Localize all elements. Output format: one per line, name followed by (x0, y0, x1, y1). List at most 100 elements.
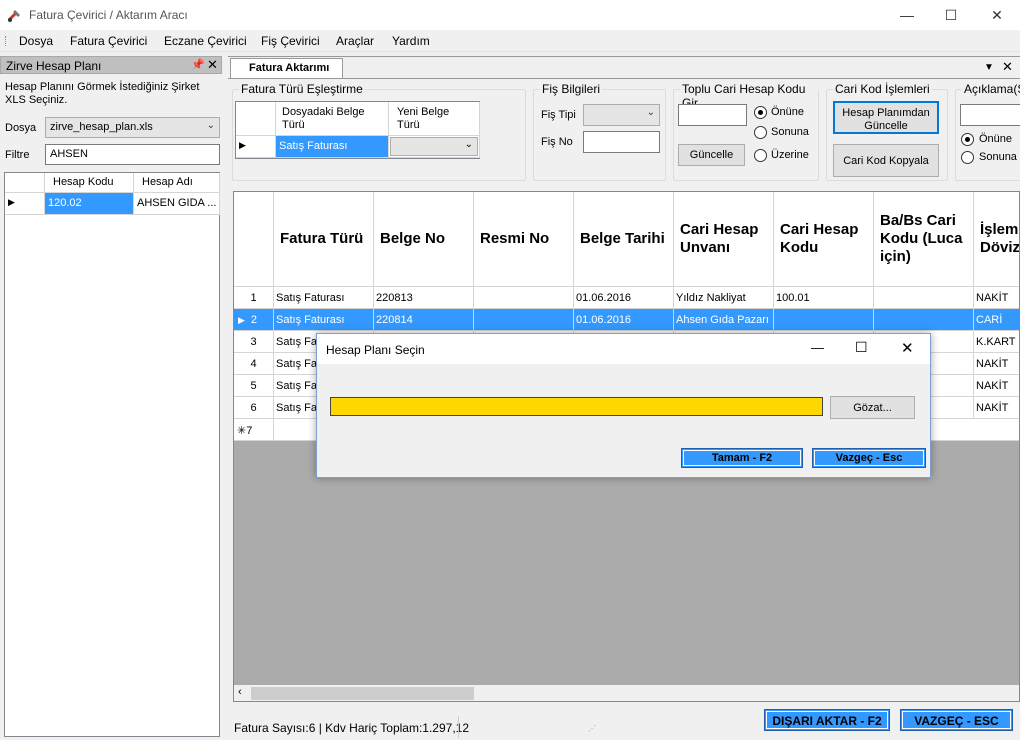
toplu-cari-input[interactable] (678, 104, 747, 126)
table-cell[interactable]: NAKİT (974, 397, 1019, 419)
menu-yardim[interactable]: Yardım (392, 34, 430, 48)
yeni-belge-select[interactable]: ⌄ (390, 137, 478, 156)
column-header[interactable]: Hesap Kodu (45, 173, 134, 193)
menu-fatura-cevirici[interactable]: Fatura Çevirici (70, 34, 147, 48)
menu-eczane-cevirici[interactable]: Eczane Çevirici (164, 34, 247, 48)
table-cell[interactable]: NAKİT (974, 287, 1019, 309)
column-header[interactable]: Belge Tarihi (574, 192, 674, 287)
table-row[interactable]: 1 Satış Faturası 220813 01.06.2016 Yıldız Na… (234, 287, 1019, 309)
menu-dosya[interactable]: Dosya (19, 34, 53, 48)
filtre-input[interactable]: AHSEN (45, 144, 220, 165)
table-cell[interactable]: Yıldız Nakliyat (674, 287, 774, 309)
status-bar: Fatura Sayısı:6 | Kdv Hariç Toplam:1.297… (228, 716, 600, 738)
menu-fis-cevirici[interactable]: Fiş Çevirici (261, 34, 320, 48)
table-cell[interactable] (874, 287, 974, 309)
guncelle-button[interactable]: Güncelle (678, 144, 745, 166)
row-number[interactable]: ▶ 2 (234, 309, 274, 331)
menu-araclar[interactable]: Araçlar (336, 34, 374, 48)
dialog-maximize-button[interactable]: ☐ (855, 339, 868, 356)
column-header[interactable]: Belge No (374, 192, 474, 287)
dialog-title-bar: Hesap Planı Seçin — ☐ ✕ (317, 334, 930, 364)
pin-icon[interactable]: 📌 (191, 58, 205, 71)
table-cell[interactable]: CARİ (974, 309, 1019, 331)
row-number[interactable]: 1 (234, 287, 274, 309)
table-row[interactable]: ▶ 2 Satış Faturası 220814 01.06.2016 Ahsen Gı… (234, 309, 1019, 331)
table-cell[interactable]: NAKİT (974, 375, 1019, 397)
table-cell[interactable]: 01.06.2016 (574, 309, 674, 331)
fatura-turu-grid: Dosyadaki Belge Türü Yeni Belge Türü ▶ S… (235, 101, 480, 159)
file-path-input[interactable] (330, 397, 823, 416)
tamam-button[interactable]: Tamam - F2 (681, 448, 803, 468)
aciklama-input[interactable] (960, 104, 1020, 126)
column-header[interactable]: Ba/Bs Cari Kodu (Luca için) (874, 192, 974, 287)
table-cell[interactable] (474, 309, 574, 331)
gozat-button[interactable]: Gözat... (830, 396, 915, 419)
left-panel-title: Zirve Hesap Planı (6, 59, 102, 73)
table-cell[interactable]: Satış Faturası (274, 309, 374, 331)
hesap-planimdan-guncelle-button[interactable]: Hesap Planımdan Güncelle (833, 101, 939, 134)
close-tab-icon[interactable]: ✕ (1002, 59, 1013, 75)
table-cell[interactable]: Satış Faturası (276, 136, 389, 158)
menu-bar: Dosya Fatura Çevirici Eczane Çevirici Fi… (0, 30, 1020, 52)
radio-sonuna[interactable] (754, 126, 767, 139)
dialog-minimize-button[interactable]: — (811, 340, 824, 355)
cari-kod-kopyala-button[interactable]: Cari Kod Kopyala (833, 144, 939, 177)
table-cell[interactable]: K.KART (974, 331, 1019, 353)
row-selector-icon[interactable]: ▶ (236, 136, 276, 158)
table-cell[interactable]: 220813 (374, 287, 474, 309)
maximize-button[interactable]: ☐ (928, 0, 974, 30)
column-header[interactable]: Dosyadaki Belge Türü (276, 102, 389, 136)
row-number[interactable]: 5 (234, 375, 274, 397)
close-button[interactable]: ✕ (974, 0, 1020, 30)
column-header[interactable]: Cari Hesap Kodu (774, 192, 874, 287)
table-cell[interactable] (874, 309, 974, 331)
row-number[interactable]: 4 (234, 353, 274, 375)
minimize-button[interactable]: — (884, 0, 930, 30)
column-header[interactable]: Yeni Belge Türü (389, 102, 480, 136)
table-cell[interactable]: 100.01 (774, 287, 874, 309)
row-number[interactable]: 6 (234, 397, 274, 419)
disari-aktar-button[interactable]: DIŞARI AKTAR - F2 (764, 709, 890, 731)
tab-fatura-aktarimi[interactable]: Fatura Aktarımı (230, 58, 343, 79)
dropdown-arrow-icon[interactable]: ▼ (984, 62, 994, 73)
radio-label: Önüne (979, 133, 1013, 145)
vazgec-esc-button[interactable]: VAZGEÇ - ESC (900, 709, 1013, 731)
table-cell[interactable]: Ahsen Gıda Pazarı (674, 309, 774, 331)
table-cell[interactable]: AHSEN GIDA ... (134, 193, 220, 215)
new-row-selector[interactable]: ✳7 (234, 419, 274, 441)
radio-sonuna[interactable] (961, 151, 974, 164)
title-bar: Fatura Çevirici / Aktarım Aracı — ☐ ✕ (0, 0, 1020, 30)
fis-tipi-select[interactable]: ⌄ (583, 104, 660, 126)
table-cell[interactable]: 120.02 (45, 193, 134, 215)
radio-onune[interactable] (961, 133, 974, 146)
column-header[interactable]: Hesap Adı (134, 173, 220, 193)
horizontal-scrollbar[interactable]: ‹ (234, 685, 1019, 701)
dialog-close-button[interactable]: ✕ (901, 339, 914, 357)
column-header[interactable]: Fatura Türü (274, 192, 374, 287)
vazgec-button[interactable]: Vazgeç - Esc (812, 448, 926, 468)
row-selector-icon[interactable]: ▶ (5, 193, 45, 215)
tab-divider (228, 78, 1020, 79)
radio-uzerine[interactable] (754, 149, 767, 162)
column-header[interactable]: Resmi No (474, 192, 574, 287)
scroll-left-icon[interactable]: ‹ (238, 686, 242, 698)
table-cell[interactable] (474, 287, 574, 309)
table-cell[interactable]: 220814 (374, 309, 474, 331)
dosya-select[interactable]: zirve_hesap_plan.xls ⌄ (45, 117, 220, 138)
scrollbar-thumb[interactable] (251, 687, 474, 700)
window-title: Fatura Çevirici / Aktarım Aracı (29, 8, 188, 22)
column-header[interactable]: Cari Hesap Unvanı (674, 192, 774, 287)
resize-grip-icon[interactable]: ⋰ (588, 724, 596, 733)
row-number-text: 4 (250, 358, 257, 370)
row-number[interactable]: 3 (234, 331, 274, 353)
table-cell[interactable]: Satış Faturası (274, 287, 374, 309)
fis-no-input[interactable] (583, 131, 660, 153)
row-number-text: 3 (250, 336, 257, 348)
table-cell[interactable] (774, 309, 874, 331)
close-panel-icon[interactable]: ✕ (207, 57, 218, 73)
column-header[interactable]: İşlem Dövizi (974, 192, 1019, 287)
table-cell[interactable]: 01.06.2016 (574, 287, 674, 309)
yeni-belge-cell[interactable]: ⌄ (389, 136, 480, 158)
radio-onune[interactable] (754, 106, 767, 119)
table-cell[interactable]: NAKİT (974, 353, 1019, 375)
